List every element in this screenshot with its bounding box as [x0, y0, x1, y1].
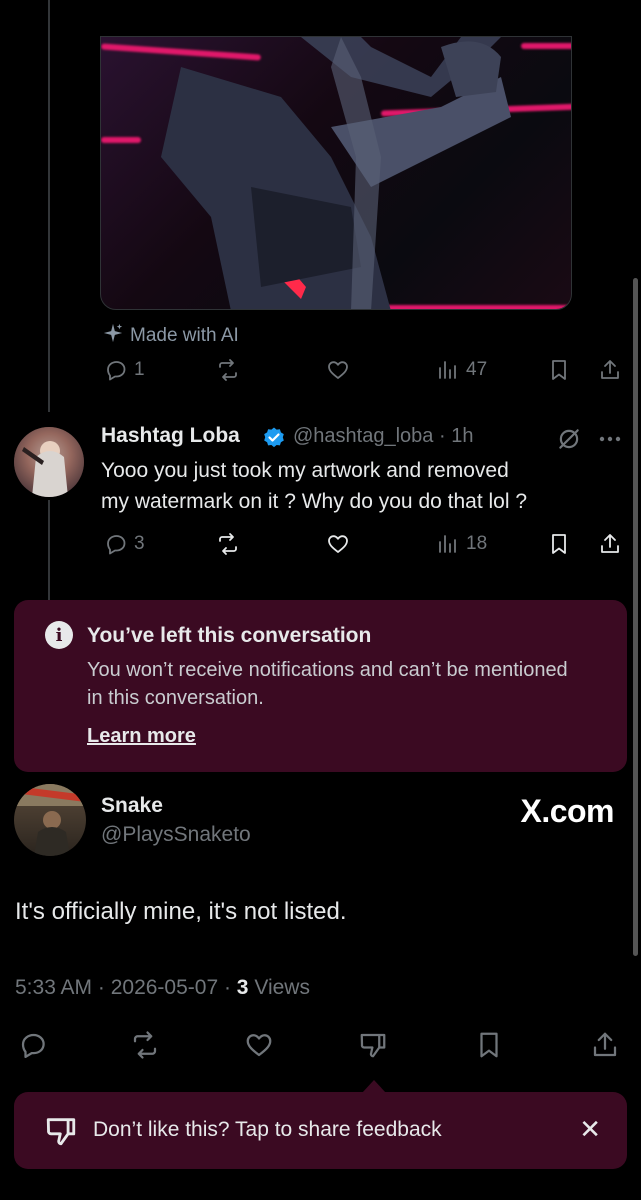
- reply-author-name[interactable]: Hashtag Loba: [101, 424, 240, 448]
- feedback-toast-text: Don’t like this? Tap to share feedback: [93, 1118, 442, 1141]
- heart-icon: [246, 1034, 272, 1057]
- left-conversation-notice: i You’ve left this conversation You won’…: [14, 600, 627, 772]
- scrollbar[interactable]: [633, 278, 638, 956]
- views-count: 3: [236, 976, 249, 999]
- like-button[interactable]: [326, 532, 350, 556]
- heart-icon: [328, 535, 348, 553]
- reply-text-line: my watermark on it ? Why do you do that …: [101, 490, 528, 513]
- dislike-button[interactable]: [358, 1030, 388, 1060]
- bookmark-button[interactable]: [547, 532, 571, 556]
- thumbs-down-icon: [360, 1033, 386, 1058]
- character-figure: [141, 37, 511, 309]
- repost-button[interactable]: [216, 358, 240, 382]
- main-author-handle[interactable]: @PlaysSnaketo: [101, 823, 251, 847]
- thumbs-down-icon: [44, 1114, 78, 1153]
- share-button[interactable]: [598, 358, 622, 382]
- bookmark-icon: [480, 1032, 498, 1058]
- reply-button[interactable]: [18, 1030, 48, 1060]
- bookmark-button[interactable]: [547, 358, 571, 382]
- reply-time: · 1h: [438, 425, 474, 447]
- share-icon: [593, 1032, 617, 1057]
- repost-button[interactable]: [130, 1030, 160, 1060]
- reply-button[interactable]: 1: [104, 358, 145, 382]
- reply-icon: [21, 1033, 45, 1058]
- share-icon: [601, 534, 619, 553]
- feedback-toast[interactable]: Don’t like this? Tap to share feedback ✕: [14, 1092, 627, 1169]
- avatar-hashtag-loba[interactable]: [14, 427, 84, 497]
- reply-text-line: Yooo you just took my artwork and remove…: [101, 459, 509, 482]
- learn-more-link[interactable]: Learn more: [87, 725, 196, 748]
- muted-slash-icon[interactable]: [556, 426, 582, 457]
- reply-icon: [107, 361, 126, 381]
- reply-text: Yooo you just took my artwork and remove…: [101, 455, 621, 517]
- reply-author-handle[interactable]: @hashtag_loba · 1h: [293, 425, 473, 448]
- close-icon[interactable]: ✕: [579, 1114, 601, 1145]
- info-icon: i: [45, 621, 73, 649]
- tweet-media-image[interactable]: [100, 36, 572, 310]
- views-button[interactable]: 47: [436, 358, 487, 382]
- views-button[interactable]: 18: [436, 532, 487, 556]
- share-icon: [601, 360, 619, 379]
- tweet-timestamp[interactable]: 5:33 AM · 2026-05-07 ·: [15, 976, 237, 999]
- reply-button[interactable]: 3: [104, 532, 145, 556]
- x-com-watermark: X.com: [520, 793, 614, 829]
- repost-button[interactable]: [216, 532, 240, 556]
- heart-icon: [328, 361, 348, 379]
- main-author-name[interactable]: Snake: [101, 794, 163, 818]
- like-button[interactable]: [326, 358, 350, 382]
- made-with-ai-label[interactable]: Made with AI: [102, 322, 239, 350]
- views-count: 47: [466, 359, 488, 380]
- reply-icon: [107, 535, 126, 555]
- notice-title: You’ve left this conversation: [87, 624, 372, 647]
- bookmark-icon: [552, 534, 566, 554]
- ai-label-text: Made with AI: [130, 325, 239, 346]
- thread-line-middle: [48, 500, 50, 600]
- reply-count: 3: [134, 533, 145, 554]
- share-button[interactable]: [590, 1030, 620, 1060]
- like-button[interactable]: [244, 1030, 274, 1060]
- bookmark-icon: [552, 360, 566, 380]
- views-label: Views: [248, 976, 310, 999]
- main-tweet-text: It's officially mine, it's not listed.: [15, 898, 347, 925]
- share-button[interactable]: [598, 532, 622, 556]
- repost-icon: [133, 1031, 157, 1059]
- verified-badge-icon: [262, 426, 286, 455]
- avatar-snake[interactable]: [14, 784, 86, 856]
- views-count: 18: [466, 533, 488, 554]
- repost-icon: [219, 359, 237, 381]
- notice-body: You won’t receive notifications and can’…: [87, 659, 568, 709]
- more-options-icon[interactable]: [598, 432, 622, 450]
- views-icon: [439, 361, 456, 379]
- repost-icon: [219, 533, 237, 555]
- reply-count: 1: [134, 359, 145, 380]
- handle-text: @hashtag_loba: [293, 425, 434, 447]
- sparkle-icon: [102, 322, 124, 350]
- bookmark-button[interactable]: [474, 1030, 504, 1060]
- tweet-meta: 5:33 AM · 2026-05-07 · 3 Views: [15, 976, 310, 1000]
- views-icon: [439, 535, 456, 553]
- thread-line-top: [48, 0, 50, 412]
